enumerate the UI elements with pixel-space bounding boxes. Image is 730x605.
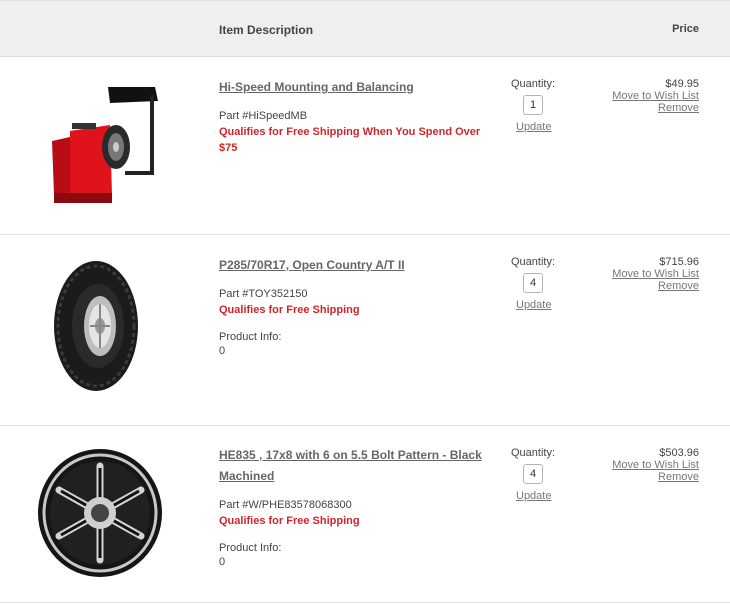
cart-item-row: P285/70R17, Open Country A/T II Part #TO… bbox=[0, 235, 730, 426]
remove-item-link[interactable]: Remove bbox=[658, 102, 699, 114]
update-quantity-link[interactable]: Update bbox=[516, 299, 551, 311]
product-info-value: 0 bbox=[219, 556, 226, 568]
move-to-wish-list-link[interactable]: Move to Wish List bbox=[612, 459, 699, 471]
item-title-link[interactable]: HE835 , 17x8 with 6 on 5.5 Bolt Pattern … bbox=[219, 445, 489, 487]
shipping-note: Qualifies for Free Shipping bbox=[219, 304, 360, 316]
item-title-link[interactable]: Hi-Speed Mounting and Balancing bbox=[219, 77, 489, 98]
item-price: $49.95 bbox=[665, 78, 699, 90]
quantity-label: Quantity: bbox=[511, 447, 556, 459]
move-to-wish-list-link[interactable]: Move to Wish List bbox=[612, 268, 699, 280]
part-number: Part #W/PHE83578068300 bbox=[219, 499, 352, 511]
product-info-label: Product Info: bbox=[219, 331, 282, 343]
all-terrain-tire-image[interactable] bbox=[52, 259, 144, 394]
black-machined-wheel-image[interactable] bbox=[20, 446, 180, 580]
remove-item-link[interactable]: Remove bbox=[658, 280, 699, 292]
update-quantity-link[interactable]: Update bbox=[516, 490, 551, 502]
quantity-input[interactable] bbox=[523, 95, 543, 115]
quantity-label: Quantity: bbox=[511, 78, 556, 90]
update-quantity-link[interactable]: Update bbox=[516, 121, 551, 133]
shipping-note: Qualifies for Free Shipping bbox=[219, 515, 360, 527]
item-description-header: Item Description bbox=[219, 23, 314, 37]
quantity-input[interactable] bbox=[523, 464, 543, 484]
cart-header: Item Description Price bbox=[0, 0, 730, 57]
tire-balancer-image[interactable] bbox=[50, 81, 160, 209]
cart-item-row: HE835 , 17x8 with 6 on 5.5 Bolt Pattern … bbox=[0, 426, 730, 603]
item-price: $715.96 bbox=[659, 256, 699, 268]
cart-item-row: Hi-Speed Mounting and Balancing Part #Hi… bbox=[0, 57, 730, 235]
item-price: $503.96 bbox=[659, 447, 699, 459]
product-info-value: 0 bbox=[219, 345, 226, 357]
product-info-label: Product Info: bbox=[219, 542, 282, 554]
price-header: Price bbox=[672, 23, 699, 35]
remove-item-link[interactable]: Remove bbox=[658, 471, 699, 483]
quantity-label: Quantity: bbox=[511, 256, 556, 268]
part-number: Part #TOY352150 bbox=[219, 288, 308, 300]
shipping-note: Qualifies for Free Shipping When You Spe… bbox=[219, 126, 481, 154]
quantity-input[interactable] bbox=[523, 273, 543, 293]
part-number: Part #HiSpeedMB bbox=[219, 110, 308, 122]
move-to-wish-list-link[interactable]: Move to Wish List bbox=[612, 90, 699, 102]
item-title-link[interactable]: P285/70R17, Open Country A/T II bbox=[219, 255, 489, 276]
